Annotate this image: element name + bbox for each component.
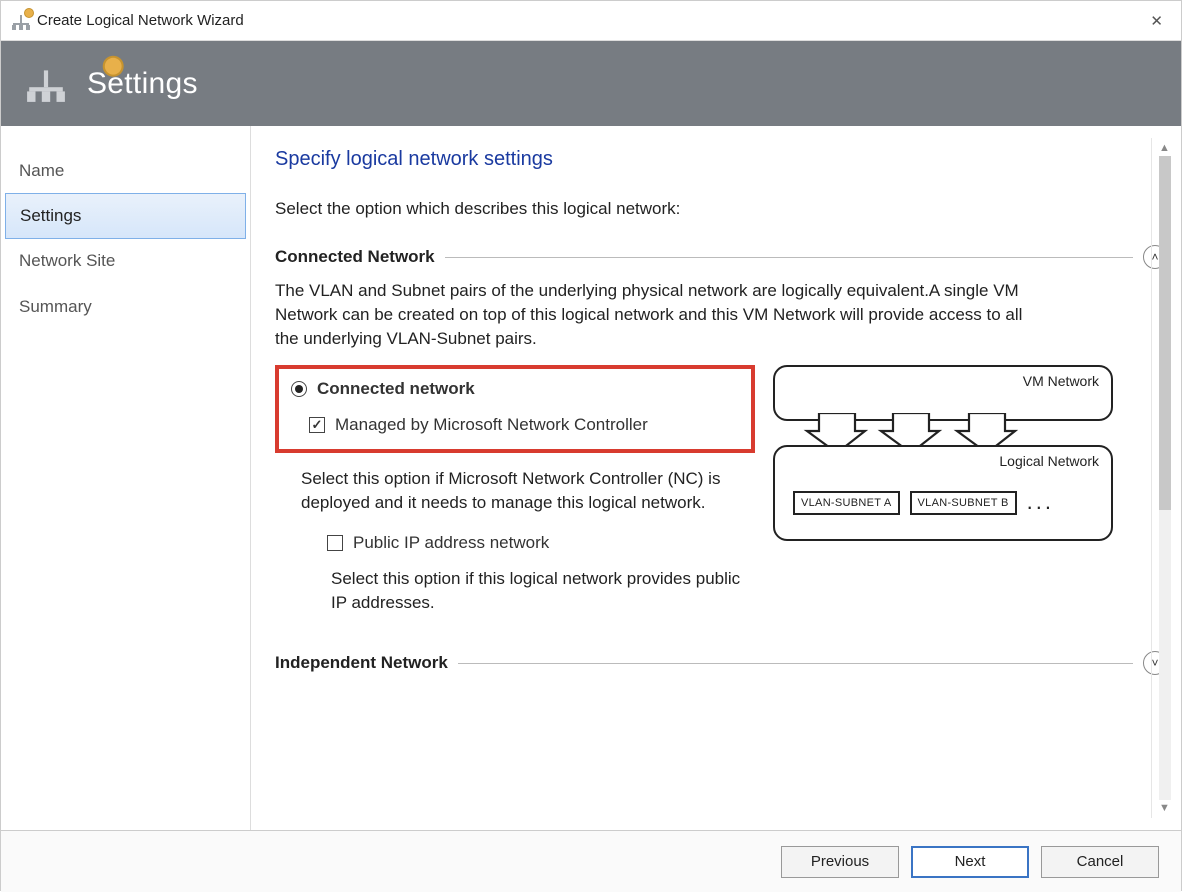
sidebar-item-network-site[interactable]: Network Site — [1, 238, 250, 284]
previous-button[interactable]: Previous — [781, 846, 899, 878]
section-connected-network-header: Connected Network ˄ — [275, 245, 1167, 269]
checkbox-label: Managed by Microsoft Network Controller — [335, 415, 648, 435]
checkbox-unchecked-icon — [327, 535, 343, 551]
section-divider — [458, 663, 1133, 664]
checkbox-checked-icon: ✓ — [309, 417, 325, 433]
connected-description: The VLAN and Subnet pairs of the underly… — [275, 279, 1035, 351]
wizard-sidebar: Name Settings Network Site Summary — [1, 126, 251, 830]
next-button[interactable]: Next — [911, 846, 1029, 878]
wizard-header-icon — [25, 62, 69, 106]
diagram-vm-label: VM Network — [1023, 373, 1099, 389]
diagram-logical-network-box: Logical Network VLAN-SUBNET A VLAN-SUBNE… — [773, 445, 1113, 541]
sidebar-item-settings[interactable]: Settings — [5, 193, 246, 239]
page-instruction: Select the option which describes this l… — [275, 199, 1167, 219]
diagram-vlan-b: VLAN-SUBNET B — [910, 491, 1017, 515]
window-title: Create Logical Network Wizard — [37, 12, 1142, 29]
public-ip-help-text: Select this option if this logical netwo… — [331, 567, 741, 615]
section-independent-label: Independent Network — [275, 653, 448, 673]
app-icon — [11, 11, 31, 31]
sidebar-item-name[interactable]: Name — [1, 148, 250, 194]
section-connected-label: Connected Network — [275, 247, 435, 267]
close-icon: ✕ — [1150, 13, 1163, 30]
section-independent-network-header: Independent Network ˅ — [275, 651, 1167, 675]
close-button[interactable]: ✕ — [1142, 8, 1171, 34]
wizard-footer: Previous Next Cancel — [1, 830, 1181, 892]
sidebar-item-summary[interactable]: Summary — [1, 284, 250, 330]
network-diagram: VM Network Logical Network VLAN-SUBNET A — [773, 365, 1113, 541]
managed-by-nc-checkbox[interactable]: ✓ Managed by Microsoft Network Controlle… — [285, 415, 739, 435]
section-divider — [445, 257, 1133, 258]
public-ip-checkbox[interactable]: Public IP address network — [275, 533, 755, 553]
diagram-logical-label: Logical Network — [999, 453, 1099, 469]
scroll-up-icon[interactable]: ▲ — [1157, 140, 1172, 156]
scroll-down-icon[interactable]: ▼ — [1157, 800, 1172, 816]
title-bar: Create Logical Network Wizard ✕ — [1, 1, 1181, 41]
nc-help-text: Select this option if Microsoft Network … — [301, 467, 741, 515]
cancel-button[interactable]: Cancel — [1041, 846, 1159, 878]
diagram-ellipsis: ... — [1027, 489, 1054, 517]
scroll-track[interactable] — [1159, 156, 1171, 800]
radio-icon — [291, 381, 307, 397]
wizard-header: Settings — [1, 41, 1181, 126]
wizard-main-panel: Specify logical network settings Select … — [251, 126, 1181, 830]
vertical-scrollbar[interactable]: ▲ ▼ — [1151, 138, 1177, 818]
checkbox-label: Public IP address network — [353, 533, 549, 553]
connected-network-radio[interactable]: Connected network — [285, 379, 739, 399]
page-title: Specify logical network settings — [275, 148, 1167, 171]
scroll-thumb[interactable] — [1159, 156, 1171, 510]
diagram-vlan-a: VLAN-SUBNET A — [793, 491, 900, 515]
highlighted-options: Connected network ✓ Managed by Microsoft… — [275, 365, 755, 453]
diagram-vm-network-box: VM Network — [773, 365, 1113, 421]
radio-label: Connected network — [317, 379, 475, 399]
